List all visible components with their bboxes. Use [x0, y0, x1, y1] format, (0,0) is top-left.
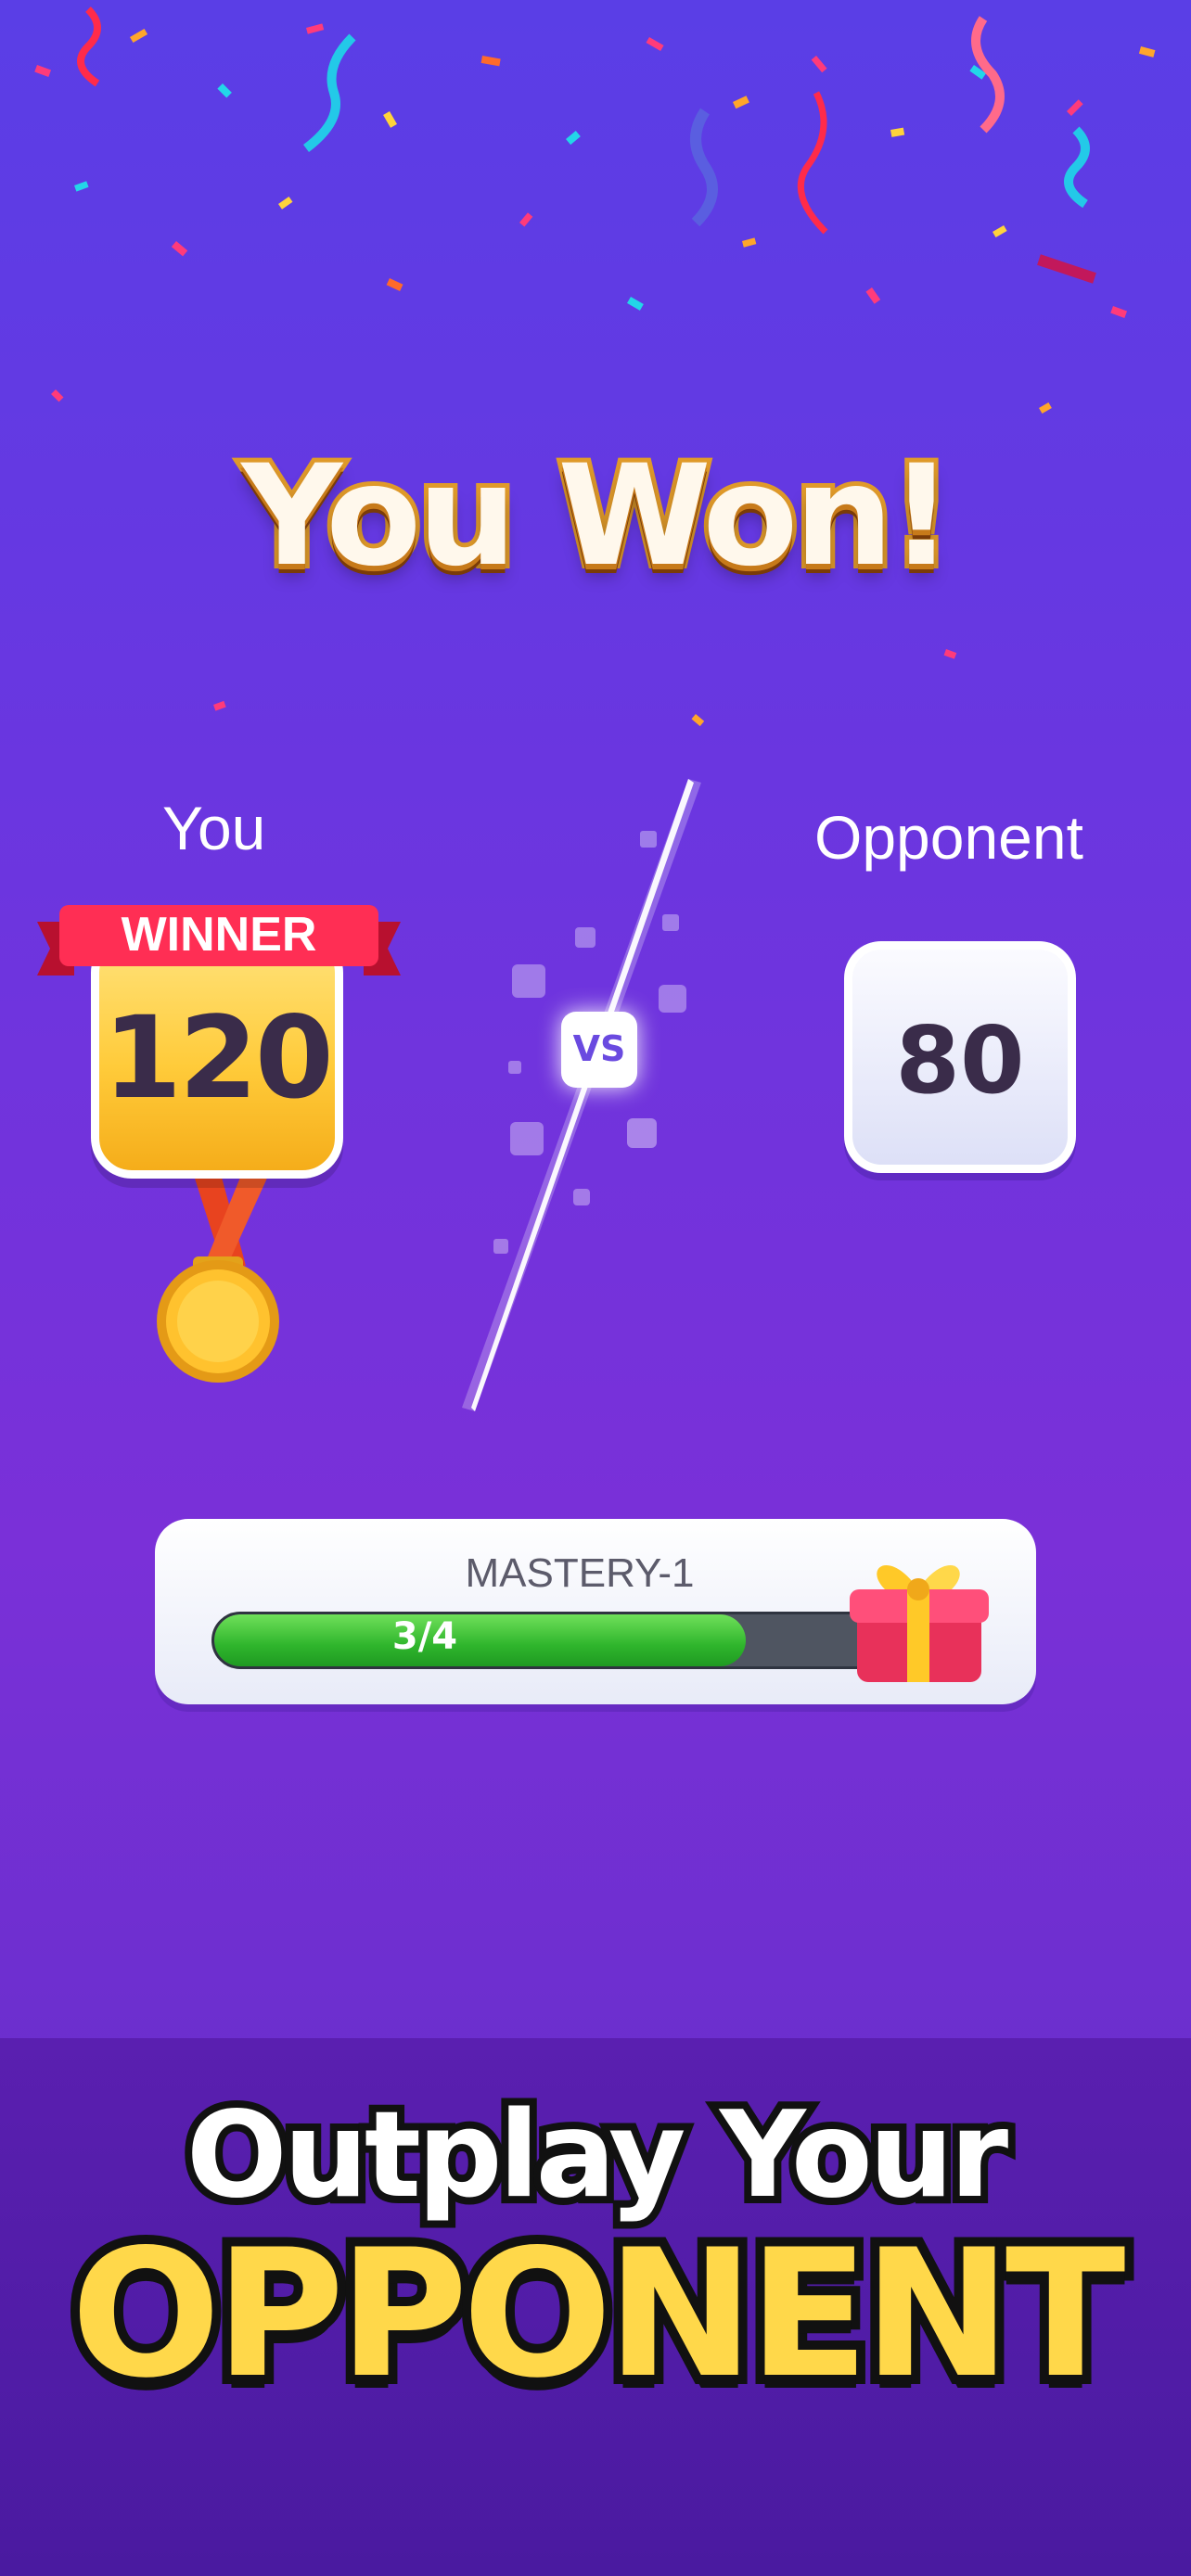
tagline-line1: Outplay Your — [179, 2079, 1016, 2232]
vs-label: VS — [572, 1028, 626, 1069]
tagline-line2: OPPONENT — [62, 2202, 1135, 2426]
gift-box-icon[interactable] — [844, 1549, 991, 1688]
gold-medal-icon — [157, 1164, 279, 1383]
vs-slash-decoration — [462, 779, 701, 1411]
you-label: You — [162, 794, 266, 862]
you-won-title: You Won! — [237, 431, 957, 602]
opponent-label: Opponent — [814, 803, 1083, 872]
confetti-decoration — [34, 6, 1156, 727]
winner-badge-label: WINNER — [121, 908, 317, 962]
mastery-progress-text: 3/4 — [391, 1615, 458, 1658]
opponent-score: 80 — [895, 1006, 1025, 1115]
your-score: 120 — [103, 992, 334, 1124]
